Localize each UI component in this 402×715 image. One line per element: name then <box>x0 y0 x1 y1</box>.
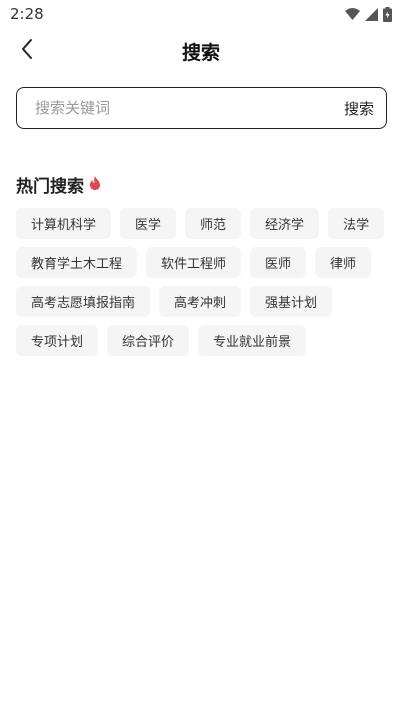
status-time: 2:28 <box>10 5 44 23</box>
flame-icon <box>88 175 102 195</box>
hot-search-tag[interactable]: 软件工程师 <box>146 247 242 278</box>
page-title: 搜索 <box>181 41 220 64</box>
hot-search-tag[interactable]: 律师 <box>315 247 372 278</box>
hot-search-tag[interactable]: 师范 <box>185 208 242 239</box>
search-box: 搜索 <box>16 87 387 129</box>
hot-search-tag[interactable]: 医师 <box>250 247 307 278</box>
hot-search-title: 热门搜索 <box>16 177 84 197</box>
battery-icon <box>383 6 392 22</box>
back-button[interactable] <box>12 36 42 66</box>
hot-search-tag[interactable]: 法学 <box>328 208 385 239</box>
hot-search-tag[interactable]: 高考冲刺 <box>159 286 242 317</box>
hot-search-tag[interactable]: 专项计划 <box>16 325 99 356</box>
hot-search-tag[interactable]: 医学 <box>120 208 177 239</box>
hot-search-header: 热门搜索 <box>16 172 102 197</box>
hot-search-tag[interactable]: 经济学 <box>250 208 320 239</box>
wifi-icon <box>345 8 360 20</box>
hot-search-tag[interactable]: 综合评价 <box>107 325 190 356</box>
header: 搜索 <box>0 30 402 72</box>
search-input[interactable] <box>35 99 315 117</box>
status-bar: 2:28 <box>0 0 402 28</box>
search-button[interactable]: 搜索 <box>344 98 374 119</box>
chevron-left-icon <box>20 38 34 64</box>
hot-search-tags: 计算机科学 医学 师范 经济学 法学教育学土木工程 软件工程师 医师 律师高考志愿填报指南 高考… <box>16 208 386 356</box>
hot-search-tag[interactable]: 强基计划 <box>250 286 333 317</box>
hot-search-tag[interactable]: 计算机科学 <box>16 208 112 239</box>
signal-icon <box>365 7 378 21</box>
hot-search-tag[interactable]: 教育学土木工程 <box>16 247 138 278</box>
hot-search-tag[interactable]: 高考志愿填报指南 <box>16 286 151 317</box>
status-icons <box>345 6 392 22</box>
hot-search-tag[interactable]: 专业就业前景 <box>198 325 307 356</box>
